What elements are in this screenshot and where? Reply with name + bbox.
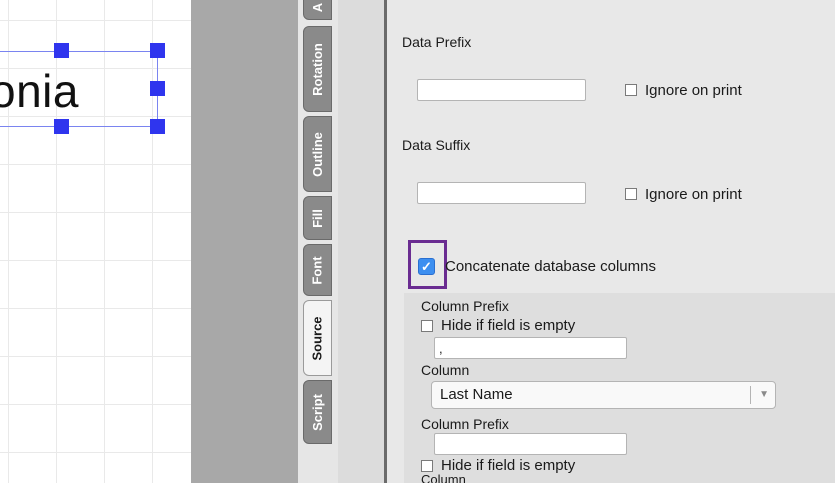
ignore-print-checkbox-suffix[interactable] (625, 188, 637, 200)
hide-empty-checkbox-2[interactable] (421, 460, 433, 472)
design-canvas[interactable]: onia (0, 0, 191, 483)
tab-fill[interactable]: Fill (303, 196, 332, 240)
concatenate-label: Concatenate database columns (445, 258, 656, 275)
selection-border-top (0, 51, 158, 52)
tab-script[interactable]: Script (303, 380, 332, 444)
ignore-print-checkbox-prefix[interactable] (625, 84, 637, 96)
tab-source[interactable]: Source (303, 300, 332, 376)
tab-outline[interactable]: Outline (303, 116, 332, 192)
panel-edge (338, 0, 384, 483)
column-prefix-input-2[interactable] (434, 433, 627, 455)
chevron-down-icon: ▼ (759, 389, 769, 400)
column-prefix-input-1[interactable]: , (434, 337, 627, 359)
resize-handle-bottom-right[interactable] (150, 119, 165, 134)
resize-handle-bottom-middle[interactable] (54, 119, 69, 134)
column-label-2: Column (421, 472, 466, 483)
hide-empty-checkbox-1[interactable] (421, 320, 433, 332)
resize-handle-top-middle[interactable] (54, 43, 69, 58)
column-select-value: Last Name (440, 386, 513, 403)
canvas-gutter (191, 0, 298, 483)
data-suffix-input[interactable] (417, 182, 586, 204)
hide-empty-label-1: Hide if field is empty (441, 317, 576, 334)
data-prefix-label: Data Prefix (402, 34, 472, 50)
select-divider (750, 386, 751, 404)
tab-font[interactable]: Font (303, 244, 332, 296)
resize-handle-top-right[interactable] (150, 43, 165, 58)
highlight-box (408, 240, 447, 289)
data-prefix-input[interactable] (417, 79, 586, 101)
column-select[interactable]: Last Name ▼ (431, 381, 776, 409)
ignore-print-label-suffix: Ignore on print (645, 186, 742, 203)
tab-rotation[interactable]: Rotation (303, 26, 332, 112)
column-label-1: Column (421, 362, 470, 378)
column-prefix-label-2: Column Prefix (421, 416, 509, 432)
selection-border-bottom (0, 126, 158, 127)
ignore-print-label-prefix: Ignore on print (645, 82, 742, 99)
resize-handle-middle-right[interactable] (150, 81, 165, 96)
tab-a[interactable]: A (303, 0, 332, 20)
selected-text-object[interactable]: onia (0, 68, 79, 114)
data-suffix-label: Data Suffix (402, 137, 471, 153)
column-prefix-label-1: Column Prefix (421, 298, 509, 314)
